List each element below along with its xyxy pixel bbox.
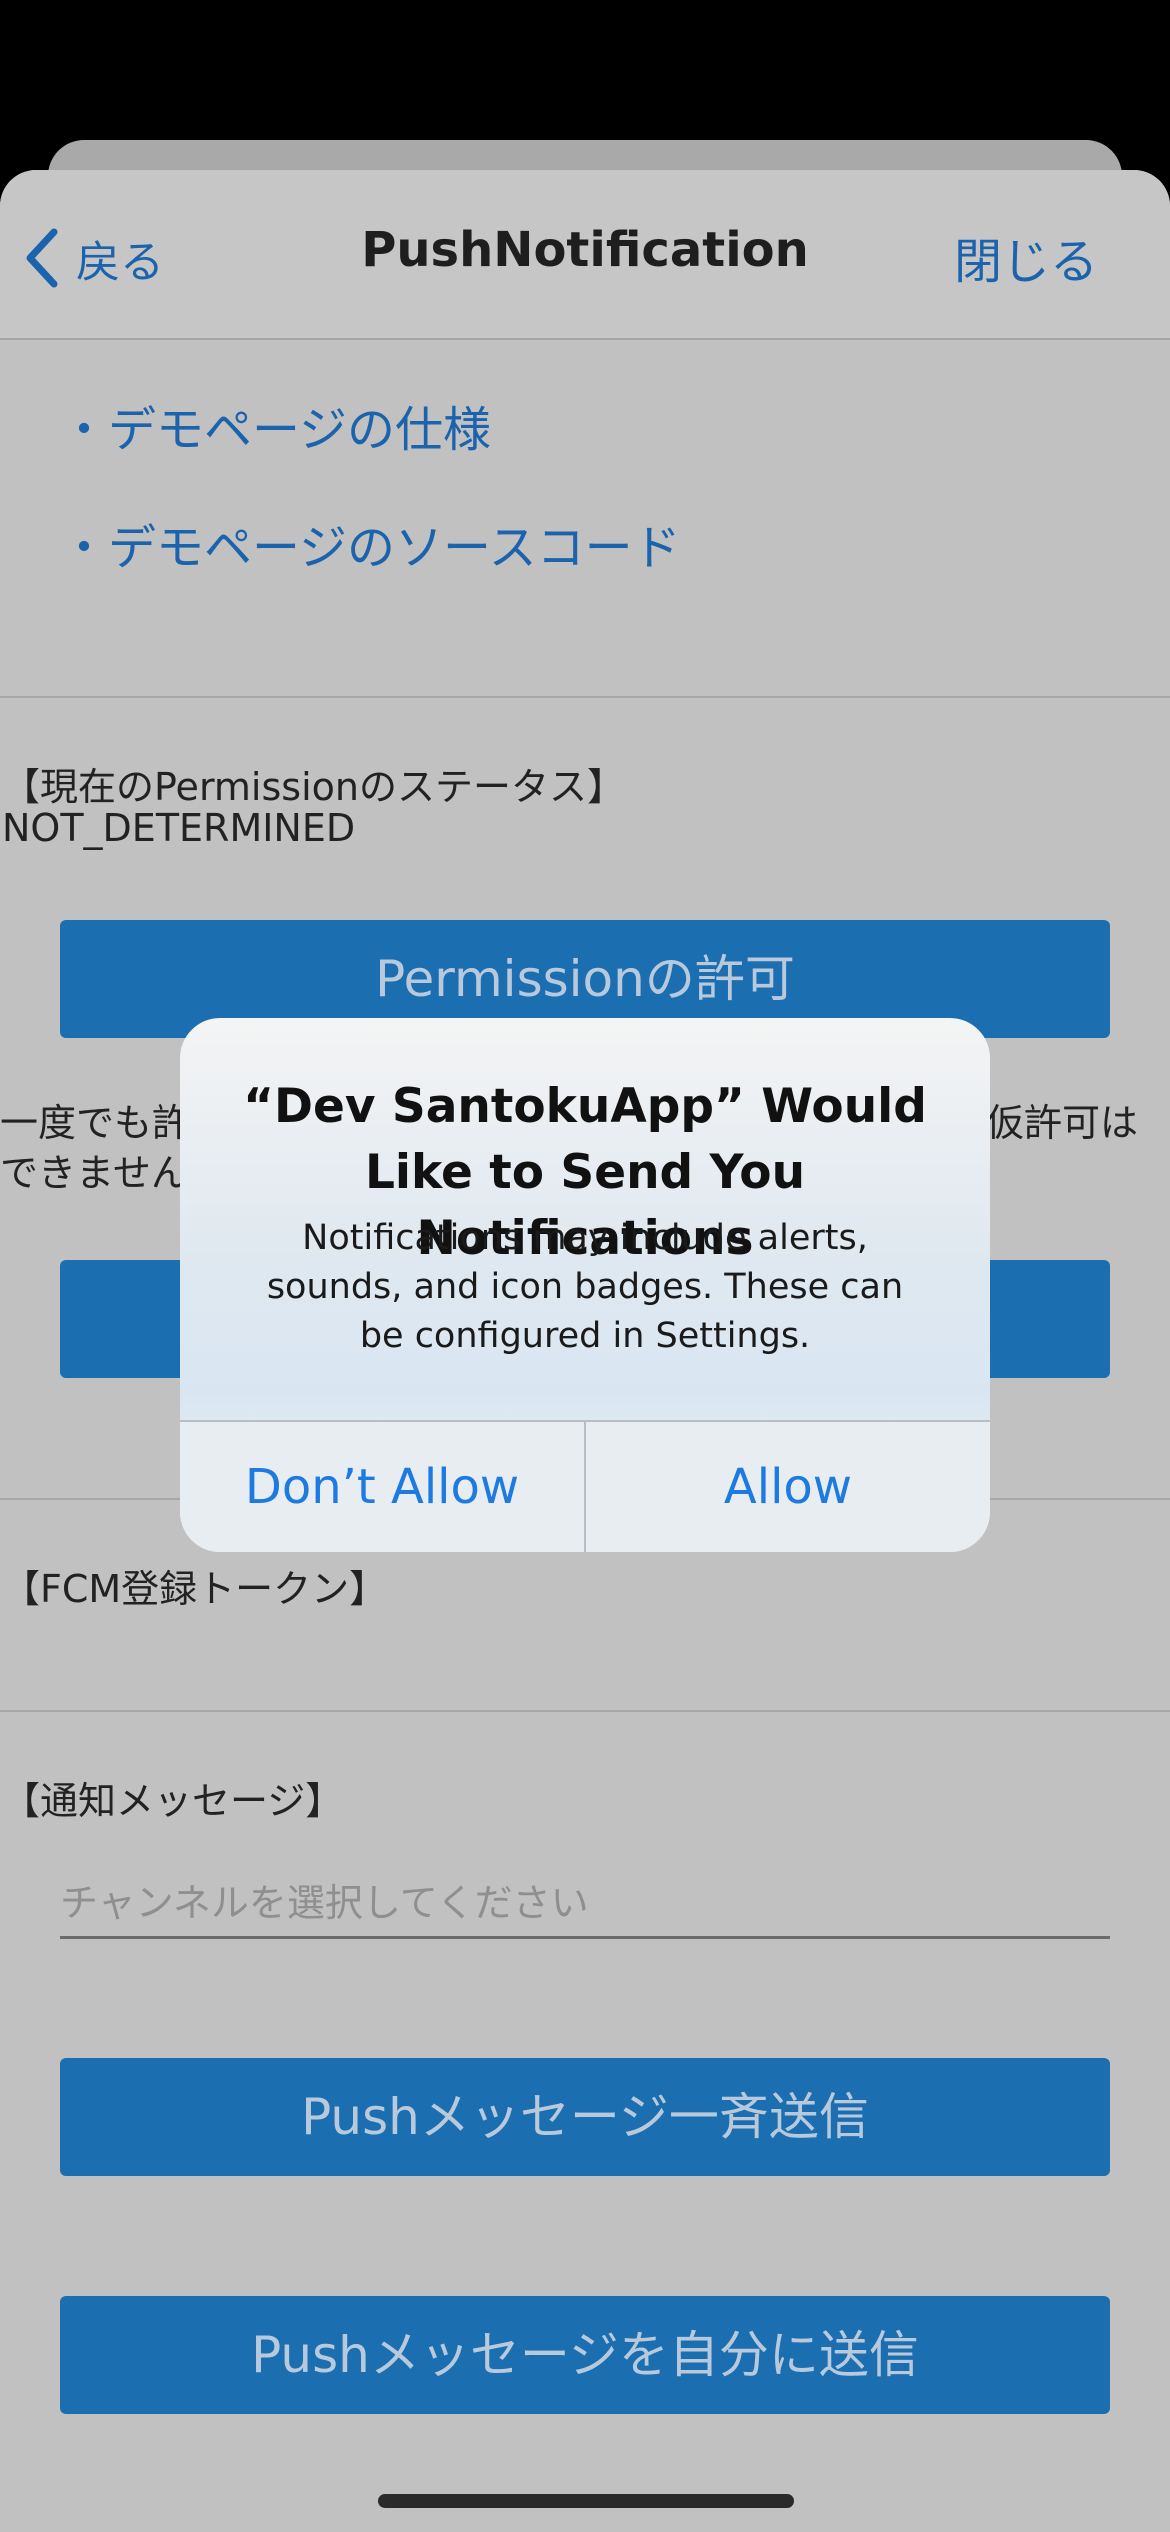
navigation-bar: 戻る PushNotification 閉じる [0, 170, 1170, 340]
channel-select[interactable]: チャンネルを選択してください [60, 1870, 1110, 1939]
push-self-button[interactable]: Pushメッセージを自分に送信 [60, 2296, 1110, 2414]
fcm-token-header: 【FCM登録トークン】 [2, 1567, 388, 1611]
link-demo-source[interactable]: ・デモページのソースコード [60, 508, 681, 626]
permission-note-right: 仮許可は [985, 1101, 1138, 1145]
back-label: 戻る [76, 237, 164, 288]
alert-title-line1: “Dev SantokuApp” Would [243, 1079, 927, 1134]
permission-note-line2: できません [0, 1151, 189, 1195]
notification-permission-alert: “Dev SantokuApp” Would Like to Send You … [180, 1018, 990, 1552]
alert-message: Notifications may include alerts, sounds… [230, 1214, 940, 1361]
divider [0, 1710, 1170, 1712]
alert-button-row: Don’t Allow Allow [180, 1420, 990, 1552]
push-broadcast-button[interactable]: Pushメッセージ一斉送信 [60, 2058, 1110, 2176]
notification-header: 【通知メッセージ】 [2, 1779, 344, 1823]
allow-button[interactable]: Allow [584, 1422, 990, 1552]
close-button[interactable]: 閉じる [954, 222, 1098, 292]
alert-message-line1: Notifications may include alerts, [302, 1218, 868, 1258]
permission-status-header: 【現在のPermissionのステータス】 [2, 765, 625, 809]
home-indicator[interactable] [378, 2494, 794, 2508]
alert-message-line3: be configured in Settings. [359, 1316, 811, 1356]
permission-status-value: NOT_DETERMINED [2, 806, 356, 850]
alert-message-line2: sounds, and icon badges. These can [266, 1267, 904, 1307]
back-button[interactable]: 戻る [24, 218, 164, 298]
dont-allow-button[interactable]: Don’t Allow [180, 1422, 584, 1552]
screen: 戻る PushNotification 閉じる ・デモページの仕様 ・デモページ… [0, 0, 1170, 2532]
divider [0, 696, 1170, 698]
chevron-left-icon [26, 228, 58, 288]
link-demo-spec[interactable]: ・デモページの仕様 [60, 390, 681, 508]
links-section: ・デモページの仕様 ・デモページのソースコード [60, 390, 681, 626]
permission-note-line1: 一度でも許 [0, 1101, 191, 1145]
